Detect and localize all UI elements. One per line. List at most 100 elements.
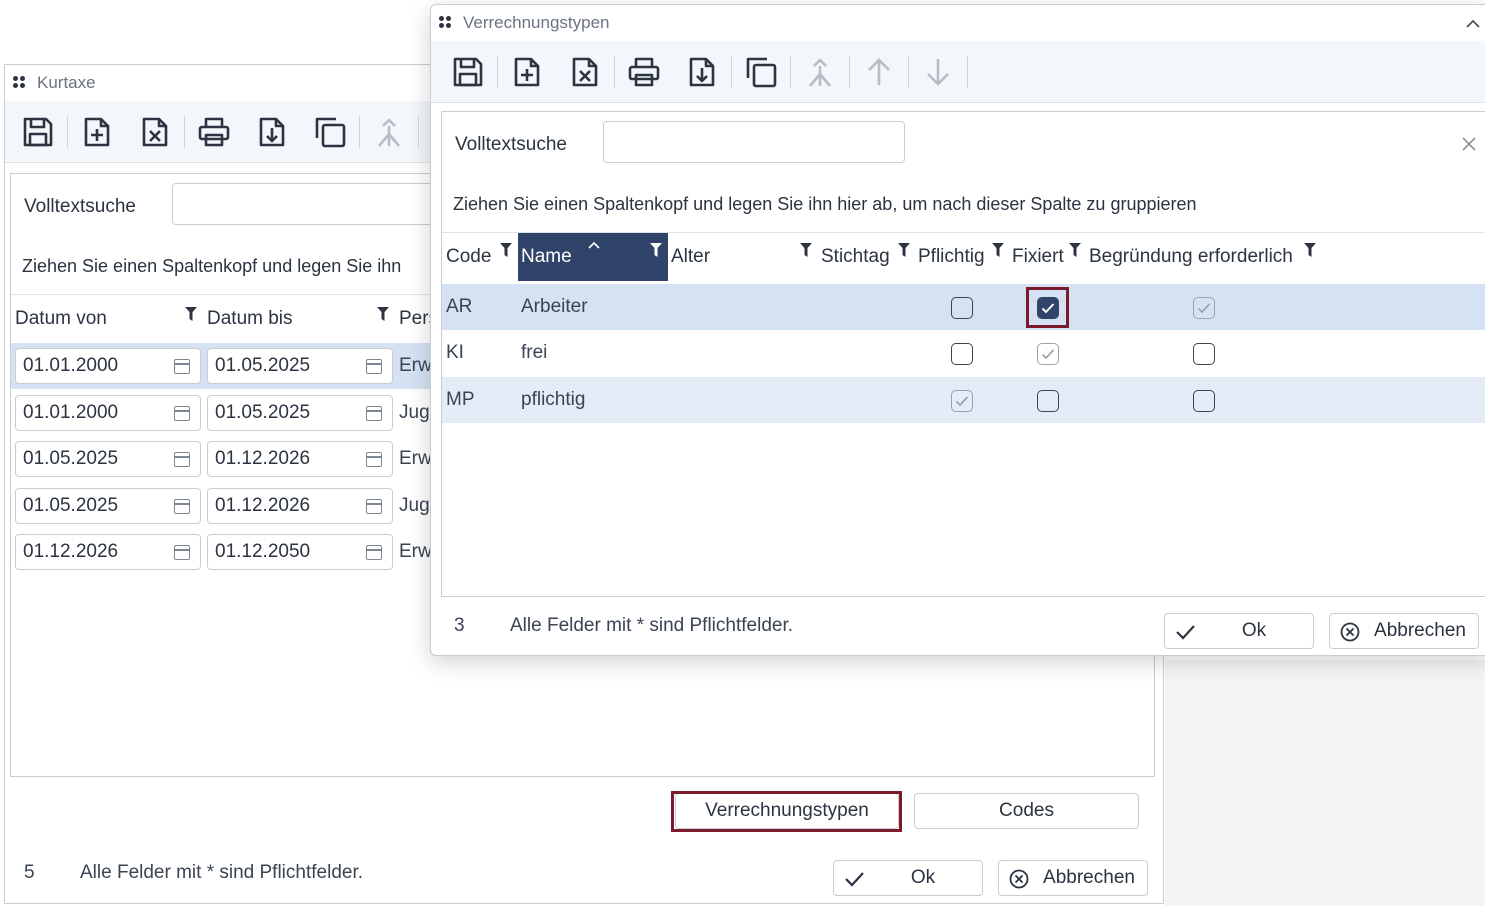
save-button[interactable] <box>439 41 497 103</box>
cancel-button[interactable]: Abbrechen <box>998 860 1148 896</box>
begruendung-checkbox[interactable] <box>1193 343 1215 365</box>
search-label: Volltextsuche <box>455 134 567 155</box>
column-header-fixiert[interactable]: Fixiert <box>1012 233 1064 281</box>
filter-icon[interactable] <box>1069 243 1081 257</box>
merge-icon <box>809 58 831 87</box>
verrechnungstypen-title: Verrechnungstypen <box>463 13 610 32</box>
toolbar-separator <box>967 55 968 88</box>
print-button[interactable] <box>185 101 243 163</box>
export-icon <box>259 117 285 146</box>
record-count: 5 <box>24 862 35 883</box>
table-row[interactable]: KI frei <box>442 330 1485 376</box>
column-header-pflichtig[interactable]: Pflichtig <box>918 233 985 281</box>
column-header-alter[interactable]: Alter <box>671 233 710 281</box>
close-icon[interactable] <box>1462 137 1476 151</box>
datum-von-input[interactable]: 01.05.2025 <box>15 441 201 477</box>
fixiert-checkbox[interactable] <box>1037 390 1059 412</box>
delete-button[interactable] <box>556 41 614 103</box>
calendar-icon[interactable] <box>174 452 190 467</box>
move-down-button[interactable] <box>909 41 967 103</box>
datum-von-input[interactable]: 01.05.2025 <box>15 488 201 524</box>
app-icon <box>439 16 453 30</box>
codes-button[interactable]: Codes <box>914 793 1139 829</box>
merge-button[interactable] <box>360 101 418 163</box>
name-cell: frei <box>521 342 548 363</box>
pers-cell: Erw <box>399 355 432 376</box>
calendar-icon[interactable] <box>366 499 382 514</box>
copy-button[interactable] <box>301 101 359 163</box>
verrechnungstypen-toolbar <box>431 41 1485 103</box>
calendar-icon[interactable] <box>366 545 382 560</box>
filter-icon[interactable] <box>650 243 662 257</box>
highlight-verrechnungstypen <box>671 791 902 832</box>
filter-icon[interactable] <box>898 243 910 257</box>
datum-bis-input[interactable]: 01.12.2026 <box>207 441 393 477</box>
datum-bis-input[interactable]: 01.05.2025 <box>207 395 393 431</box>
new-button[interactable] <box>68 101 126 163</box>
datum-bis-input[interactable]: 01.05.2025 <box>207 348 393 384</box>
export-button[interactable] <box>673 41 731 103</box>
fixiert-checkbox[interactable] <box>1037 343 1059 365</box>
verrechnungstypen-titlebar: Verrechnungstypen <box>431 5 1485 41</box>
arrow-up-icon <box>868 57 890 85</box>
search-input[interactable] <box>603 121 905 163</box>
datum-bis-input[interactable]: 01.12.2026 <box>207 488 393 524</box>
new-document-icon <box>514 57 540 86</box>
column-header-stichtag[interactable]: Stichtag <box>821 233 890 281</box>
delete-document-icon <box>142 117 168 146</box>
save-button[interactable] <box>9 101 67 163</box>
table-row[interactable]: MP pflichtig <box>442 377 1485 423</box>
export-icon <box>689 57 715 86</box>
calendar-icon[interactable] <box>366 452 382 467</box>
filter-icon[interactable] <box>992 243 1004 257</box>
cancel-circle-icon <box>1340 622 1360 642</box>
begruendung-checkbox[interactable] <box>1193 390 1215 412</box>
move-up-button[interactable] <box>850 41 908 103</box>
column-header-begruendung[interactable]: Begründung erforderlich <box>1089 233 1293 281</box>
column-header-datum-bis[interactable]: Datum bis <box>207 295 293 343</box>
chevron-up-icon[interactable] <box>1465 17 1481 29</box>
app-icon <box>13 76 27 90</box>
check-icon <box>1197 303 1211 314</box>
pers-cell: Erw <box>399 448 432 469</box>
pflichtig-checkbox[interactable] <box>951 297 973 319</box>
filter-icon[interactable] <box>377 307 389 321</box>
ok-button[interactable]: Ok <box>1164 613 1314 649</box>
verrechnungstypen-content: Volltextsuche Ziehen Sie einen Spaltenko… <box>441 111 1485 597</box>
filter-icon[interactable] <box>500 243 512 257</box>
delete-document-icon <box>572 57 598 86</box>
calendar-icon[interactable] <box>174 499 190 514</box>
column-header-code[interactable]: Code <box>446 233 491 281</box>
table-row[interactable]: AR Arbeiter <box>442 284 1485 330</box>
column-header-name[interactable]: Name <box>518 233 668 281</box>
pflichtig-checkbox[interactable] <box>951 390 973 412</box>
group-hint: Ziehen Sie einen Spaltenkopf und legen S… <box>22 256 402 276</box>
merge-icon <box>378 118 400 147</box>
calendar-icon[interactable] <box>174 545 190 560</box>
print-button[interactable] <box>615 41 673 103</box>
filter-icon[interactable] <box>800 243 812 257</box>
ok-button[interactable]: Ok <box>833 860 983 896</box>
datum-von-input[interactable]: 01.01.2000 <box>15 395 201 431</box>
merge-button[interactable] <box>791 41 849 103</box>
datum-von-input[interactable]: 01.01.2000 <box>15 348 201 384</box>
calendar-icon[interactable] <box>366 406 382 421</box>
new-button[interactable] <box>498 41 556 103</box>
copy-button[interactable] <box>732 41 790 103</box>
export-button[interactable] <box>243 101 301 163</box>
begruendung-checkbox[interactable] <box>1193 297 1215 319</box>
delete-button[interactable] <box>126 101 184 163</box>
cancel-button[interactable]: Abbrechen <box>1329 613 1479 649</box>
filter-icon[interactable] <box>1304 243 1316 257</box>
datum-bis-input[interactable]: 01.12.2050 <box>207 534 393 570</box>
calendar-icon[interactable] <box>366 359 382 374</box>
datum-von-input[interactable]: 01.12.2026 <box>15 534 201 570</box>
column-header-datum-von[interactable]: Datum von <box>15 295 107 343</box>
verrechnungstypen-window: Verrechnungstypen Volltextsuche Ziehen S… <box>430 4 1485 656</box>
calendar-icon[interactable] <box>174 406 190 421</box>
pflichtig-checkbox[interactable] <box>951 343 973 365</box>
desktop: Kurtaxe Volltextsuche Ziehen Sie einen S… <box>0 0 1485 906</box>
calendar-icon[interactable] <box>174 359 190 374</box>
check-icon <box>1176 625 1195 640</box>
filter-icon[interactable] <box>185 307 197 321</box>
